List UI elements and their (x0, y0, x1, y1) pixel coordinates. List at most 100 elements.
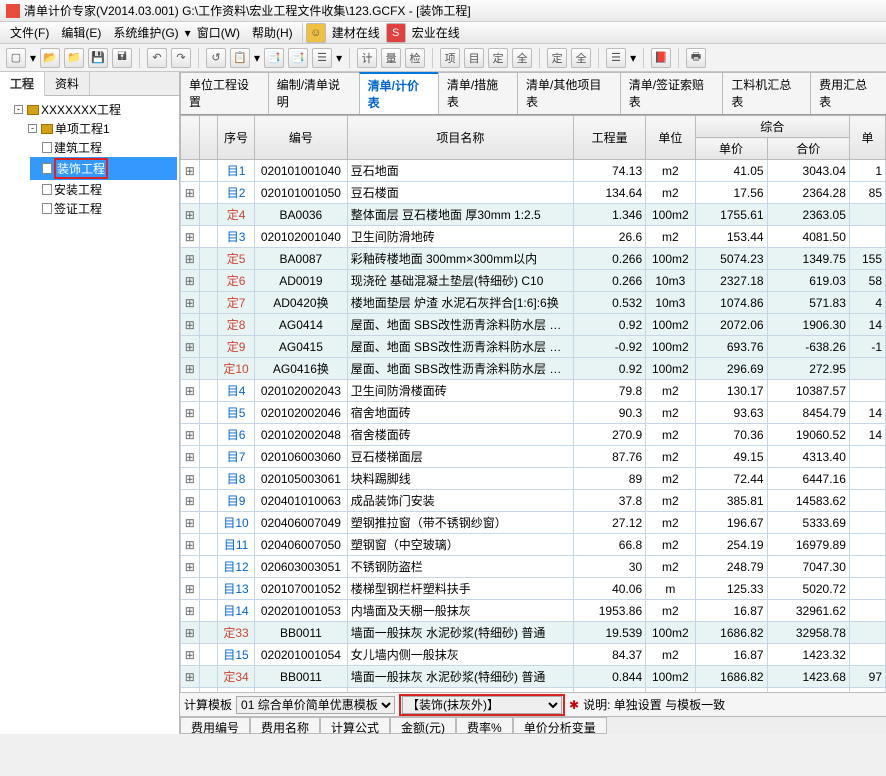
table-row[interactable]: ⊞定10AG0416换屋面、地面 SBS改性沥青涂料防水层 每增减一涂 涂膜厚0… (181, 358, 886, 380)
table-row[interactable]: ⊞目7020106003060豆石楼梯面层87.76m249.154313.40 (181, 446, 886, 468)
left-tab-project[interactable]: 工程 (0, 72, 45, 96)
tb-print[interactable]: 🖶 (686, 48, 706, 68)
expand-icon[interactable]: ⊞ (181, 358, 200, 380)
online-icon[interactable]: ☺ (306, 23, 326, 43)
table-row[interactable]: ⊞目3020102001040卫生间防滑地砖26.6m2153.444081.5… (181, 226, 886, 248)
table-row[interactable]: ⊞目13020107001052楼梯型钢栏杆塑料扶手40.06m125.3350… (181, 578, 886, 600)
tb-e[interactable]: ☰ (312, 48, 332, 68)
bottom-tab[interactable]: 费用编号 (180, 717, 250, 734)
menu-window[interactable]: 窗口(W) (191, 22, 246, 43)
tb-p1[interactable]: 项 (440, 48, 460, 68)
expand-icon[interactable]: ⊞ (181, 292, 200, 314)
left-tab-material[interactable]: 资料 (45, 72, 90, 95)
table-row[interactable]: ⊞目6020102002048宿舍楼面砖270.9m270.3619060.52… (181, 424, 886, 446)
expand-icon[interactable]: ⊞ (181, 182, 200, 204)
col-seq[interactable]: 序号 (218, 116, 255, 160)
table-row[interactable]: ⊞定5BA0087彩釉砖楼地面 300mm×300mm以内0.266100m25… (181, 248, 886, 270)
tb-p3[interactable]: 定 (488, 48, 508, 68)
tb-b[interactable]: 📋 (230, 48, 250, 68)
bottom-tab[interactable]: 费用名称 (250, 717, 320, 734)
right-tab[interactable]: 清单/签证索赔表 (620, 72, 724, 114)
table-row[interactable]: ⊞目12020603003051不锈钢防盗栏30m2248.797047.30 (181, 556, 886, 578)
table-row[interactable]: ⊞目9020401010063成品装饰门安装37.8m2385.8114583.… (181, 490, 886, 512)
table-row[interactable]: ⊞定34BB0011墙面一般抹灰 水泥砂浆(特细砂) 普通0.844100m21… (181, 666, 886, 688)
expand-icon[interactable]: ⊞ (181, 204, 200, 226)
expand-icon[interactable]: ⊞ (181, 490, 200, 512)
expand-icon[interactable]: ⊞ (181, 578, 200, 600)
tb-p5[interactable]: 定 (547, 48, 567, 68)
menu-file[interactable]: 文件(F) (4, 22, 55, 43)
menu-help[interactable]: 帮助(H) (246, 22, 299, 43)
right-tab[interactable]: 清单/其他项目表 (517, 72, 621, 114)
col-name[interactable]: 项目名称 (347, 116, 573, 160)
expand-icon[interactable]: ⊞ (181, 446, 200, 468)
right-tab[interactable]: 工料机汇总表 (722, 72, 811, 114)
col-unit[interactable]: 单位 (646, 116, 695, 160)
bottom-tab[interactable]: 计算公式 (320, 717, 390, 734)
tb-new[interactable]: ▢ (6, 48, 26, 68)
col-qty[interactable]: 工程量 (574, 116, 646, 160)
table-row[interactable]: ⊞目10020406007049塑钢推拉窗（带不锈钢纱窗）27.12m2196.… (181, 512, 886, 534)
table-row[interactable]: ⊞定9AG0415屋面、地面 SBS改性沥青涂料防水层 每增减一布一涂 涂膜厚0… (181, 336, 886, 358)
table-row[interactable]: ⊞目11020406007050塑钢窗（中空玻璃）66.8m2254.19169… (181, 534, 886, 556)
right-tab[interactable]: 清单/措施表 (438, 72, 518, 114)
tree-node[interactable]: 签证工程 (30, 199, 177, 218)
right-tab[interactable]: 清单/计价表 (359, 72, 439, 114)
table-row[interactable]: ⊞定4BA0036整体面层 豆石楼地面 厚30mm 1:2.51.346100m… (181, 204, 886, 226)
tb-c[interactable]: 📑 (264, 48, 284, 68)
tree-node[interactable]: - 单项工程1 (16, 119, 177, 138)
table-row[interactable]: ⊞目2020101001050豆石楼面134.64m217.562364.288… (181, 182, 886, 204)
expand-icon[interactable]: ⊞ (181, 314, 200, 336)
table-row[interactable]: ⊞目8020105003061块料踢脚线89m272.446447.16 (181, 468, 886, 490)
expand-icon[interactable]: ⊞ (181, 600, 200, 622)
tb-d[interactable]: 📑 (288, 48, 308, 68)
tb-saveall[interactable]: 🖬 (112, 48, 132, 68)
col-group[interactable]: 综合 (695, 116, 849, 138)
tb-book[interactable]: 📕 (651, 48, 671, 68)
col-code[interactable]: 编号 (255, 116, 348, 160)
table-row[interactable]: ⊞目14020201001053内墙面及天棚一般抹灰1953.86m216.87… (181, 600, 886, 622)
table-row[interactable]: ⊞目4020102002043卫生间防滑楼面砖79.8m2130.1710387… (181, 380, 886, 402)
expand-icon[interactable]: ⊞ (181, 666, 200, 688)
col-unit2[interactable]: 单 (849, 116, 885, 160)
menu-edit[interactable]: 编辑(E) (55, 22, 107, 43)
tb-p4[interactable]: 全 (512, 48, 532, 68)
expand-icon[interactable]: ⊞ (181, 380, 200, 402)
bottom-tab[interactable]: 单价分析变量 (513, 717, 607, 734)
tb-undo[interactable]: ↶ (147, 48, 167, 68)
menu-online[interactable]: 建材在线 (326, 22, 386, 43)
expand-icon[interactable]: ⊞ (181, 248, 200, 270)
expand-icon[interactable]: ⊞ (181, 468, 200, 490)
right-tab[interactable]: 费用汇总表 (810, 72, 886, 114)
expand-icon[interactable]: ⊞ (181, 534, 200, 556)
tree-node[interactable]: 建筑工程 (30, 138, 177, 157)
table-row[interactable]: ⊞定33BB0011墙面一般抹灰 水泥砂浆(特细砂) 普通19.539100m2… (181, 622, 886, 644)
tb-chk[interactable]: 检 (405, 48, 425, 68)
expand-icon[interactable]: ⊞ (181, 424, 200, 446)
tree-node[interactable]: 安装工程 (30, 180, 177, 199)
expand-icon[interactable]: ⊞ (181, 556, 200, 578)
expand-icon[interactable]: ⊞ (181, 270, 200, 292)
tb-qty[interactable]: 量 (381, 48, 401, 68)
tb-save[interactable]: 💾 (88, 48, 108, 68)
tb-a[interactable]: ↺ (206, 48, 226, 68)
menu-hy[interactable]: 宏业在线 (406, 22, 466, 43)
bottom-tab[interactable]: 费率% (456, 717, 513, 734)
expand-icon[interactable]: ⊞ (181, 622, 200, 644)
tb-p6[interactable]: 全 (571, 48, 591, 68)
table-row[interactable]: ⊞定8AG0414屋面、地面 SBS改性沥青涂料防水层 二布三涂 涂膜厚2mm0… (181, 314, 886, 336)
menu-system[interactable]: 系统维护(G) (107, 22, 184, 43)
expand-icon[interactable]: ⊞ (181, 160, 200, 182)
right-tab[interactable]: 单位工程设置 (180, 72, 269, 114)
col-price[interactable]: 单价 (695, 138, 767, 160)
expand-icon[interactable]: ⊞ (181, 402, 200, 424)
decoration-select[interactable]: 【装饰(抹灰外)】 (399, 694, 565, 716)
calc-template-select[interactable]: 01 综合单价简单优惠模板 (236, 696, 395, 714)
expand-icon[interactable]: ⊞ (181, 226, 200, 248)
tb-p2[interactable]: 目 (464, 48, 484, 68)
col-total[interactable]: 合价 (767, 138, 849, 160)
expand-icon[interactable]: ⊞ (181, 512, 200, 534)
tb-open[interactable]: 📂 (40, 48, 60, 68)
tb-calc[interactable]: 计 (357, 48, 377, 68)
tb-list[interactable]: ☰ (606, 48, 626, 68)
